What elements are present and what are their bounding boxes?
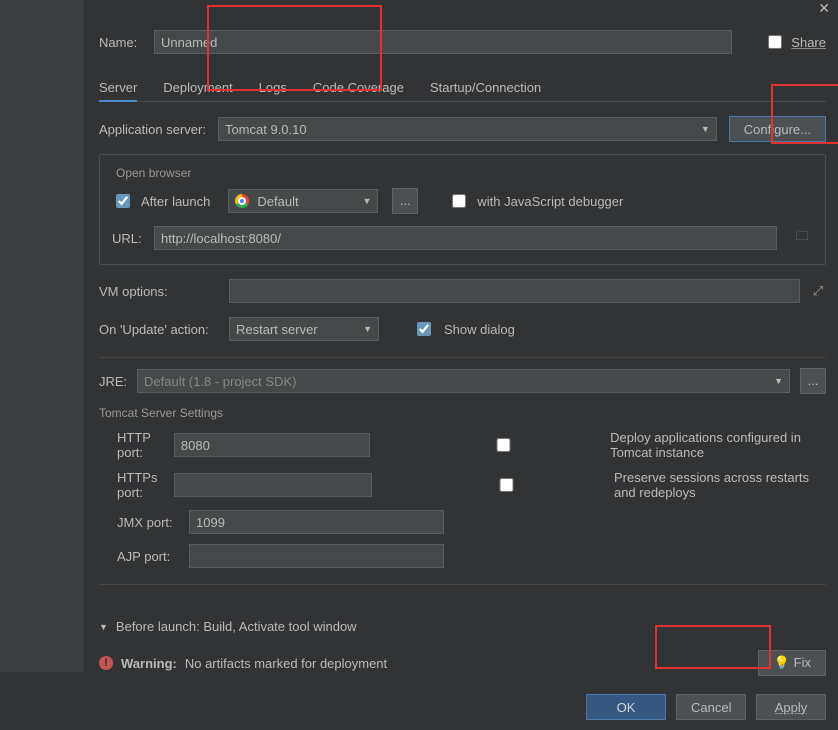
browser-browse-button[interactable]: ... bbox=[392, 188, 418, 214]
app-server-value: Tomcat 9.0.10 bbox=[225, 122, 307, 137]
update-action-value: Restart server bbox=[236, 322, 318, 337]
url-label: URL: bbox=[112, 231, 140, 246]
fix-button[interactable]: 💡Fix bbox=[758, 650, 826, 676]
js-debugger-checkbox[interactable] bbox=[452, 194, 466, 208]
http-port-label: HTTP port: bbox=[99, 430, 164, 460]
app-server-select[interactable]: Tomcat 9.0.10 ▼ bbox=[218, 117, 717, 141]
ajp-port-label: AJP port: bbox=[99, 549, 179, 564]
tab-server[interactable]: Server bbox=[99, 78, 137, 102]
https-port-input[interactable] bbox=[174, 473, 372, 497]
chevron-down-icon: ▼ bbox=[774, 376, 783, 386]
preserve-sessions-label: Preserve sessions across restarts and re… bbox=[614, 470, 826, 500]
js-debugger-label: with JavaScript debugger bbox=[477, 194, 623, 209]
apply-button[interactable]: Apply bbox=[756, 694, 826, 720]
name-label: Name: bbox=[99, 35, 144, 50]
open-browser-legend: Open browser bbox=[112, 166, 195, 180]
show-dialog-checkbox[interactable] bbox=[417, 322, 431, 336]
tab-startup[interactable]: Startup/Connection bbox=[430, 78, 541, 97]
tab-deployment[interactable]: Deployment bbox=[163, 78, 232, 97]
open-browser-group: Open browser After launch Default ▼ ... … bbox=[99, 154, 826, 265]
ok-button[interactable]: OK bbox=[586, 694, 666, 720]
cancel-button[interactable]: Cancel bbox=[676, 694, 746, 720]
update-action-select[interactable]: Restart server ▼ bbox=[229, 317, 379, 341]
warning-icon: ! bbox=[99, 656, 113, 670]
http-port-input[interactable] bbox=[174, 433, 370, 457]
warning-text: No artifacts marked for deployment bbox=[185, 656, 387, 671]
deploy-tomcat-label: Deploy applications configured in Tomcat… bbox=[610, 430, 826, 460]
lightbulb-icon: 💡 bbox=[773, 655, 789, 670]
vm-options-input[interactable] bbox=[229, 279, 800, 303]
url-input[interactable] bbox=[154, 226, 777, 250]
after-launch-label: After launch bbox=[141, 194, 210, 209]
chevron-down-icon: ▼ bbox=[363, 324, 372, 334]
share-label: Share bbox=[791, 35, 826, 50]
name-input[interactable] bbox=[154, 30, 732, 54]
expand-icon[interactable]: ⤢ bbox=[810, 283, 826, 299]
warning-label: Warning: bbox=[121, 656, 177, 671]
jre-label: JRE: bbox=[99, 374, 127, 389]
folder-icon[interactable]: 🗀 bbox=[791, 227, 813, 249]
close-icon[interactable]: ✕ bbox=[818, 0, 830, 17]
browser-value: Default bbox=[257, 194, 298, 209]
vm-options-label: VM options: bbox=[99, 284, 219, 299]
tab-bar: Server Deployment Logs Code Coverage Sta… bbox=[99, 78, 826, 102]
chrome-icon bbox=[235, 194, 249, 208]
jmx-port-label: JMX port: bbox=[99, 515, 179, 530]
tab-logs[interactable]: Logs bbox=[259, 78, 287, 97]
preserve-sessions-checkbox[interactable] bbox=[410, 478, 603, 492]
jre-value: Default (1.8 - project SDK) bbox=[144, 374, 296, 389]
jmx-port-input[interactable] bbox=[189, 510, 444, 534]
before-launch-label: Before launch: Build, Activate tool wind… bbox=[116, 619, 357, 634]
collapse-icon[interactable]: ▼ bbox=[99, 622, 108, 632]
left-tree-panel[interactable] bbox=[0, 0, 85, 672]
configure-button[interactable]: Configure... bbox=[729, 116, 826, 142]
after-launch-checkbox[interactable] bbox=[116, 194, 130, 208]
share-checkbox[interactable] bbox=[768, 35, 782, 49]
chevron-down-icon: ▼ bbox=[362, 196, 371, 206]
jre-browse-button[interactable]: ... bbox=[800, 368, 826, 394]
tomcat-settings-label: Tomcat Server Settings bbox=[99, 406, 826, 420]
ajp-port-input[interactable] bbox=[189, 544, 444, 568]
chevron-down-icon: ▼ bbox=[701, 124, 710, 134]
browser-select[interactable]: Default ▼ bbox=[228, 189, 378, 213]
app-server-label: Application server: bbox=[99, 122, 206, 137]
jre-select[interactable]: Default (1.8 - project SDK) ▼ bbox=[137, 369, 790, 393]
tab-code-coverage[interactable]: Code Coverage bbox=[313, 78, 404, 97]
show-dialog-label: Show dialog bbox=[444, 322, 515, 337]
update-action-label: On 'Update' action: bbox=[99, 322, 219, 337]
deploy-tomcat-checkbox[interactable] bbox=[408, 438, 599, 452]
https-port-label: HTTPs port: bbox=[99, 470, 164, 500]
